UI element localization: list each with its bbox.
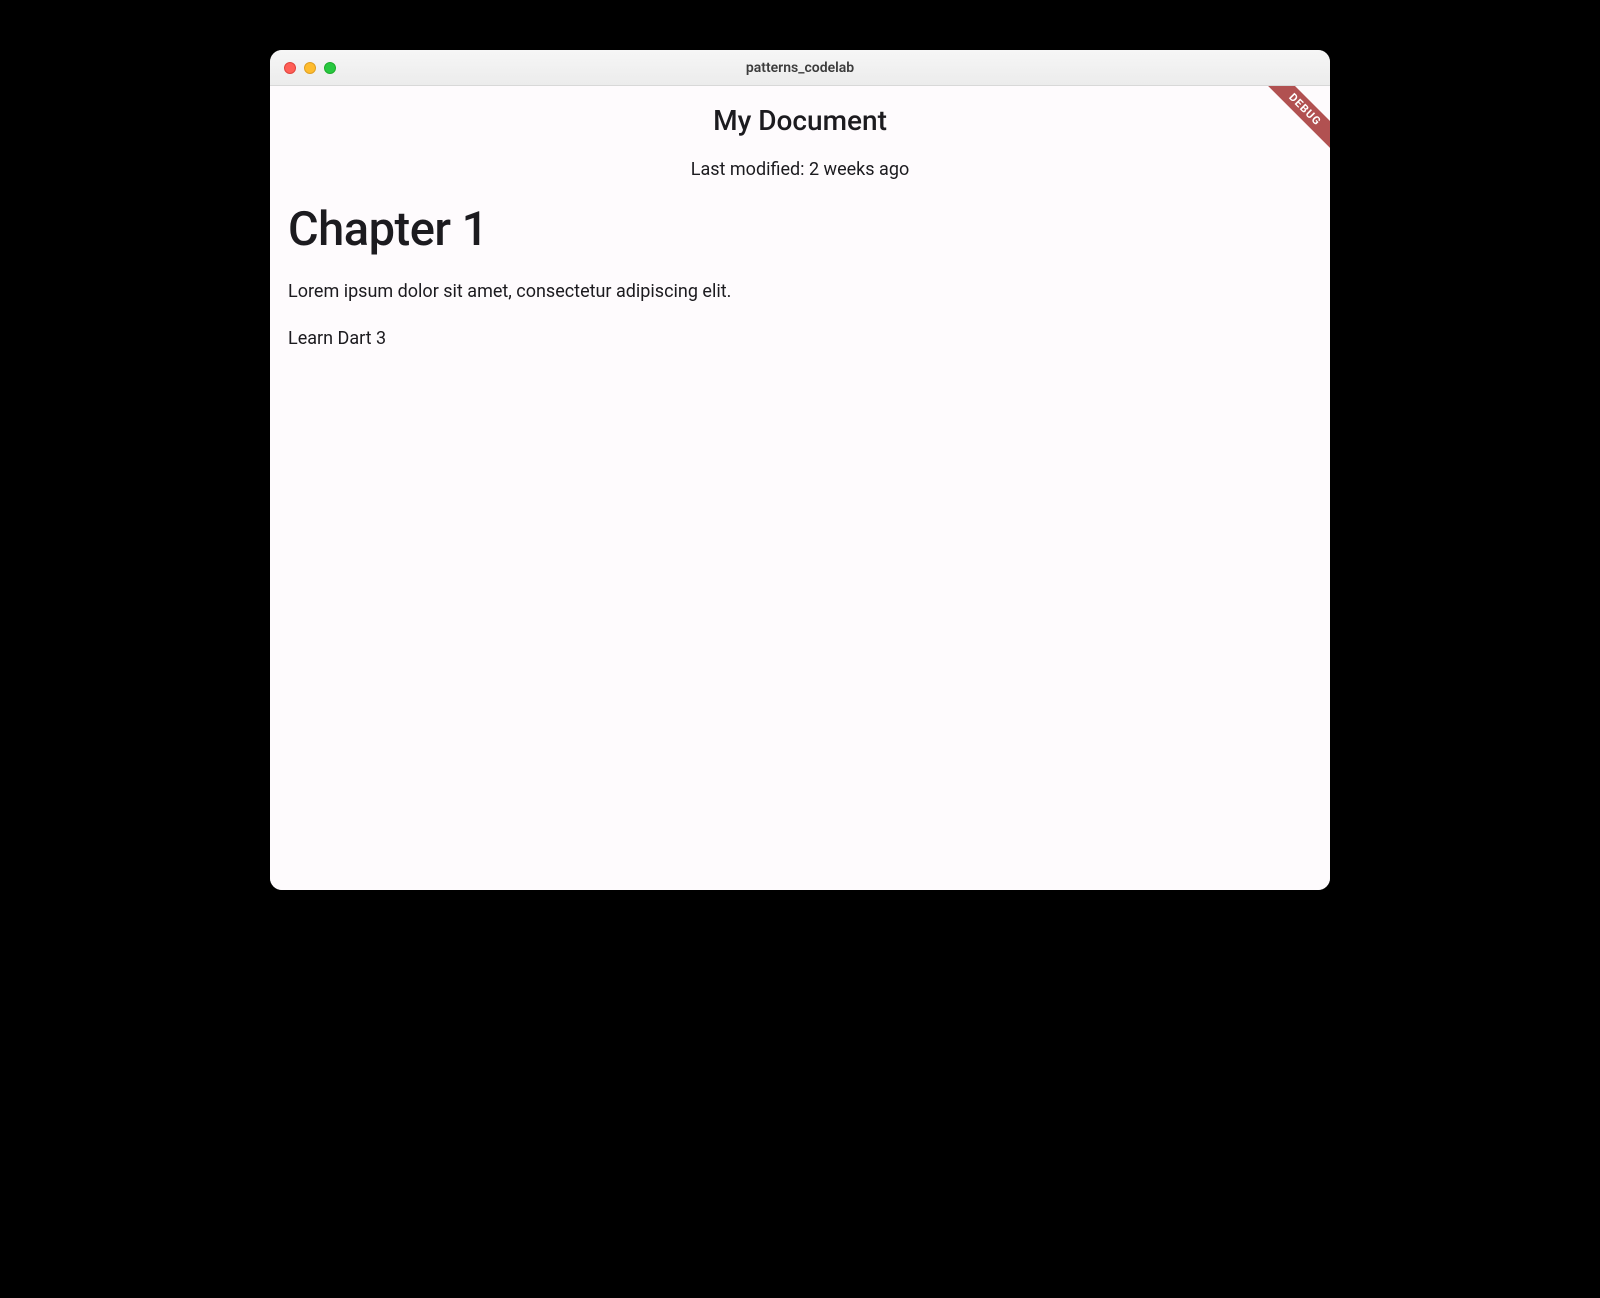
titlebar: patterns_codelab bbox=[270, 50, 1330, 86]
chapter-heading: Chapter 1 bbox=[288, 202, 1312, 257]
body-paragraph: Lorem ipsum dolor sit amet, consectetur … bbox=[288, 281, 1312, 302]
window-title: patterns_codelab bbox=[270, 60, 1330, 76]
maximize-icon[interactable] bbox=[324, 62, 336, 74]
traffic-lights bbox=[270, 62, 336, 74]
app-content: DEBUG My Document Last modified: 2 weeks… bbox=[270, 86, 1330, 890]
document-header: My Document Last modified: 2 weeks ago bbox=[270, 86, 1330, 180]
body-paragraph: Learn Dart 3 bbox=[288, 328, 1312, 349]
document-title: My Document bbox=[270, 104, 1330, 137]
document-body: Chapter 1 Lorem ipsum dolor sit amet, co… bbox=[270, 202, 1330, 349]
close-icon[interactable] bbox=[284, 62, 296, 74]
last-modified-label: Last modified: 2 weeks ago bbox=[270, 159, 1330, 180]
minimize-icon[interactable] bbox=[304, 62, 316, 74]
app-window: patterns_codelab DEBUG My Document Last … bbox=[270, 50, 1330, 890]
